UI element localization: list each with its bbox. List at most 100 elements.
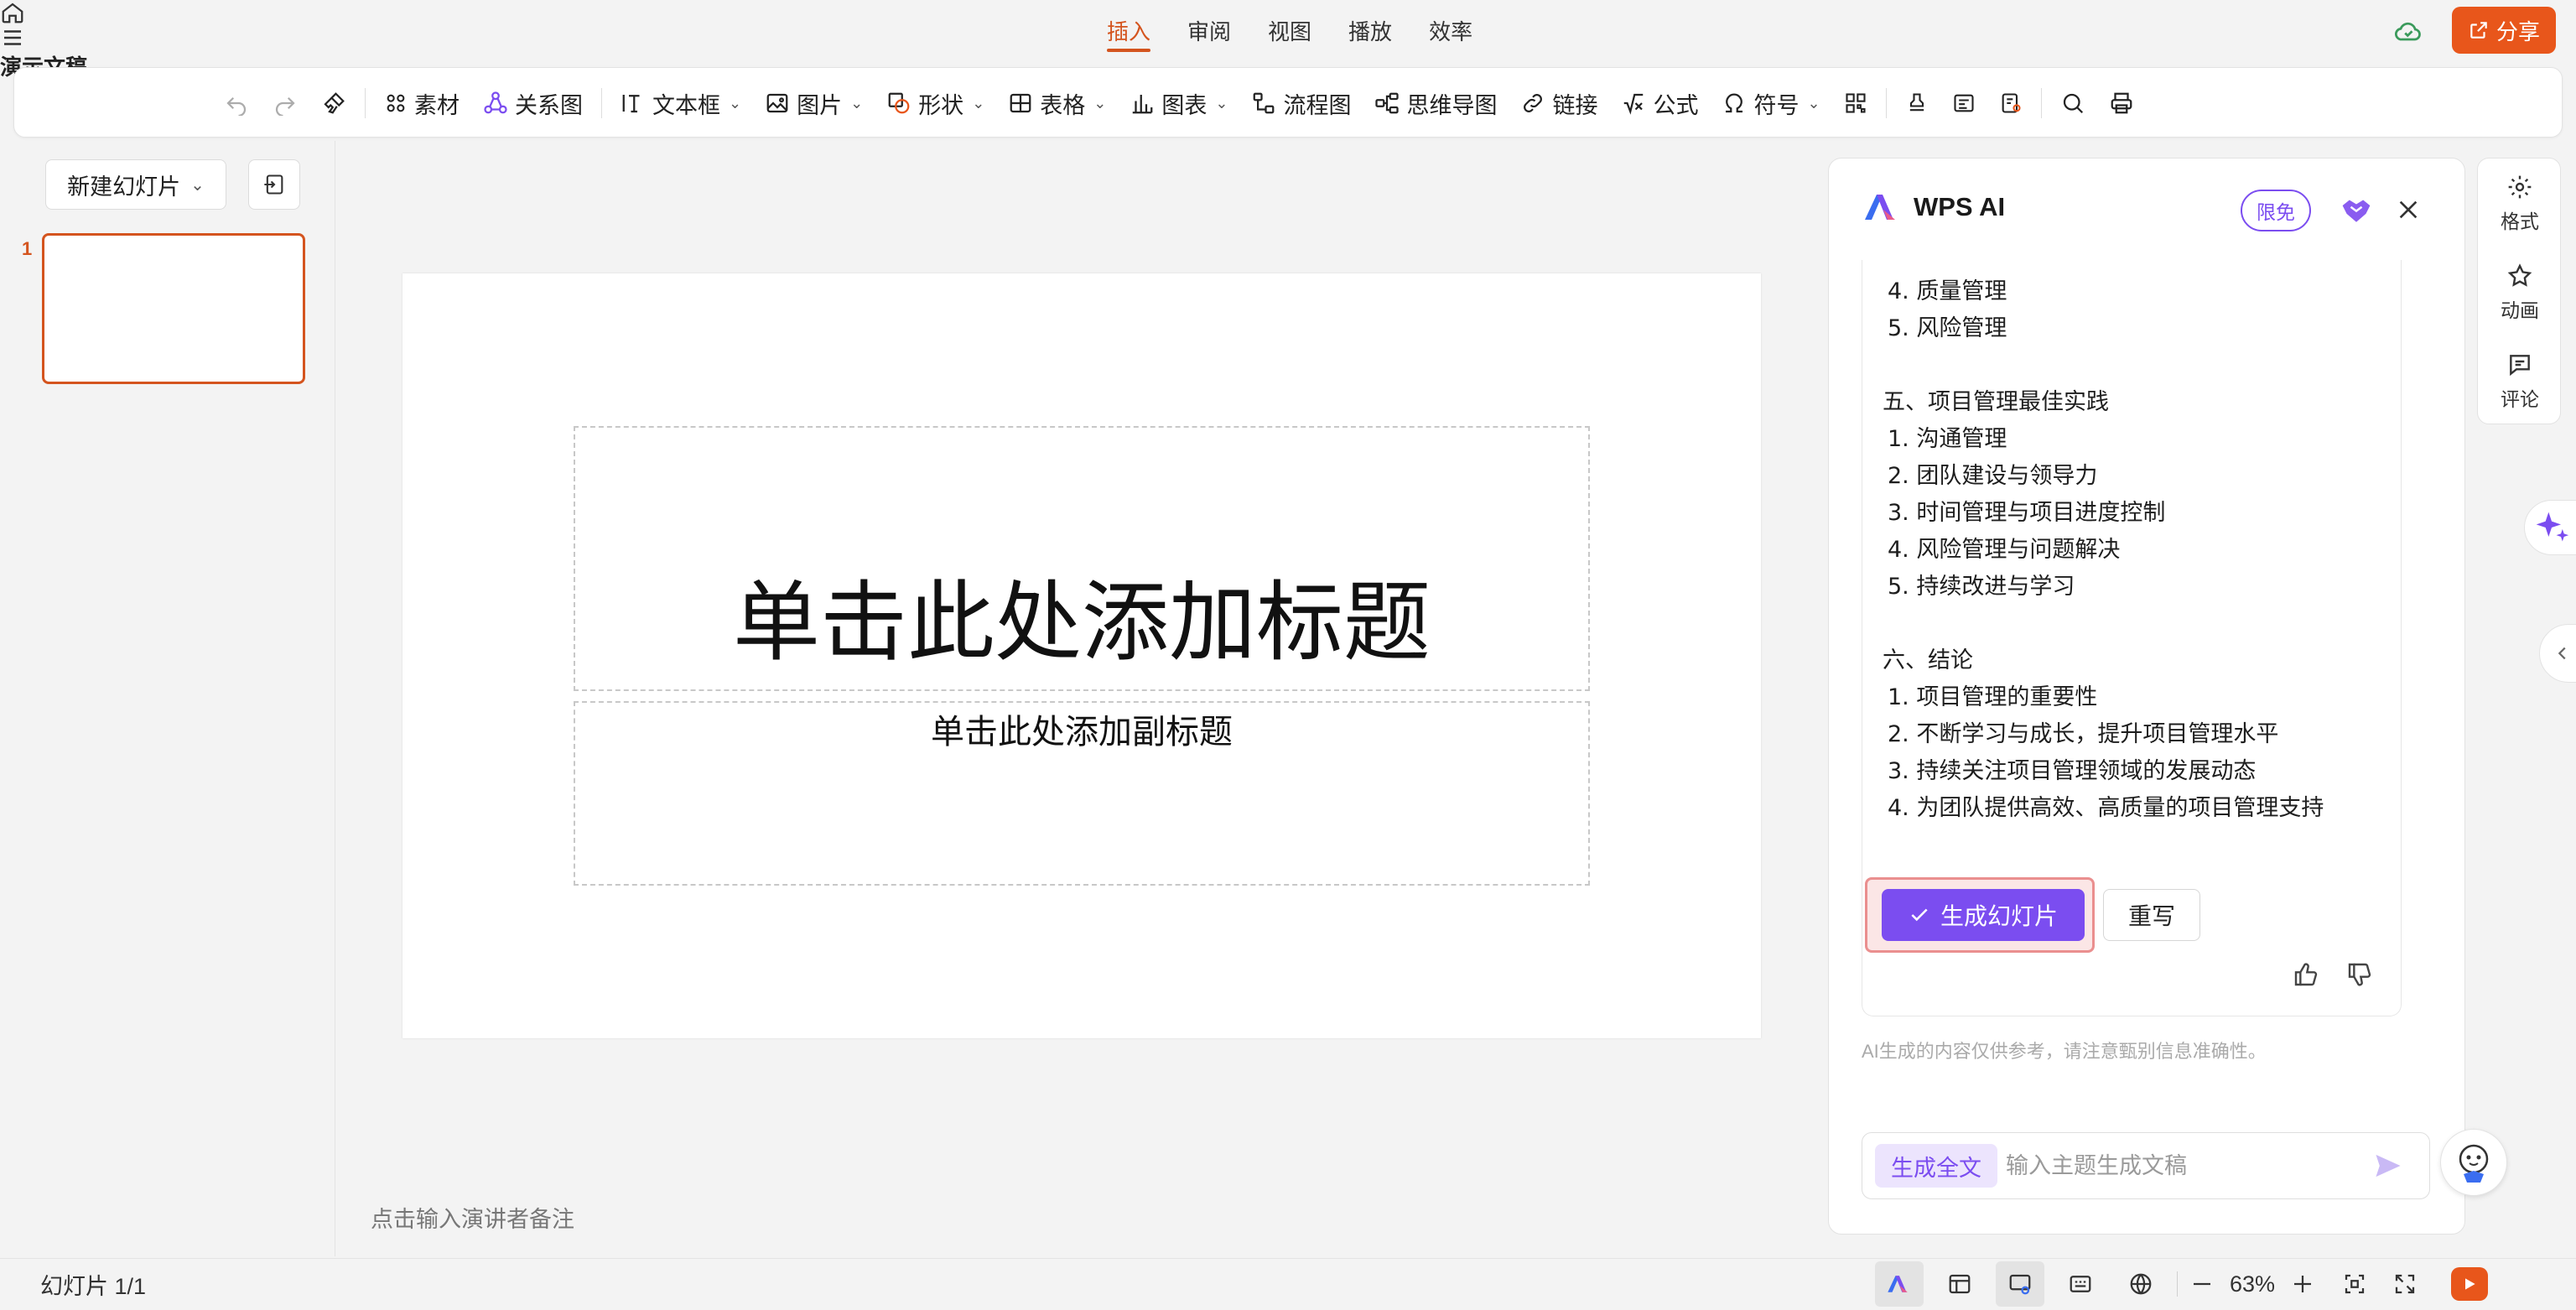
ai-assistant-avatar[interactable] (2440, 1129, 2507, 1196)
gear-icon (2506, 174, 2533, 200)
table-button[interactable]: 表格 ⌄ (996, 68, 1118, 138)
zoom-out-icon[interactable] (2189, 1271, 2215, 1297)
outline-item: 3. 持续关注项目管理领域的发展动态 (1888, 758, 2257, 784)
outline-item: 3. 时间管理与项目进度控制 (1888, 500, 2166, 526)
play-slideshow-button[interactable] (2451, 1267, 2489, 1301)
generate-slides-label: 生成幻灯片 (1940, 903, 2058, 929)
fullscreen-icon[interactable] (2392, 1271, 2418, 1297)
textbox-button[interactable]: 文本框 ⌄ (609, 68, 753, 138)
ai-disclaimer: AI生成的内容仅供参考，请注意甄别信息准确性。 (1862, 1041, 2267, 1062)
link-icon (1520, 91, 1545, 116)
speaker-notes[interactable]: 点击输入演讲者备注 (371, 1201, 574, 1234)
new-slide-button[interactable]: 新建幻灯片 ⌄ (45, 159, 226, 210)
chart-icon (1130, 91, 1155, 116)
mindmap-button[interactable]: 思维导图 (1363, 68, 1509, 138)
ai-topic-input[interactable] (2006, 1147, 2358, 1184)
collapse-panel-button[interactable] (2539, 624, 2576, 683)
format-painter-icon (321, 91, 346, 116)
chevron-down-icon: ⌄ (729, 94, 742, 112)
rail-comment[interactable]: 评论 (2478, 351, 2562, 412)
wps-ai-status-button[interactable] (1875, 1261, 1924, 1307)
zoom-in-icon[interactable] (2290, 1271, 2315, 1297)
redo-icon (273, 91, 298, 116)
slide-thumbnail[interactable] (42, 233, 305, 384)
generate-slides-button[interactable]: 生成幻灯片 (1882, 889, 2085, 941)
flowchart-label: 流程图 (1283, 92, 1352, 118)
cloud-check-icon[interactable] (2393, 17, 2423, 47)
link-button[interactable]: 链接 (1509, 68, 1609, 138)
tab-play[interactable]: 播放 (1348, 10, 1392, 54)
ai-sparkle-button[interactable] (2524, 500, 2576, 555)
chevron-down-icon: ⌄ (1093, 94, 1107, 112)
language-button[interactable] (2116, 1261, 2165, 1307)
rail-animation[interactable]: 动画 (2478, 263, 2562, 323)
handshake-icon[interactable] (2340, 195, 2373, 225)
notes-view-button[interactable] (2056, 1261, 2105, 1307)
globe-icon (2128, 1271, 2153, 1297)
material-button[interactable]: 素材 (372, 68, 471, 138)
outline-section-heading: 五、项目管理最佳实践 (1883, 389, 2109, 415)
title-placeholder[interactable]: 单击此处添加标题 (574, 426, 1590, 691)
relation-chart-button[interactable]: 关系图 (471, 68, 595, 138)
tab-view[interactable]: 视图 (1268, 10, 1311, 54)
formula-button[interactable]: 公式 (1609, 68, 1710, 138)
thumb-up-icon[interactable] (2293, 961, 2319, 988)
fit-window-icon[interactable] (2342, 1271, 2367, 1297)
toolbar-separator (365, 88, 366, 118)
mindmap-icon (1374, 91, 1400, 116)
picture-label: 图片 (797, 92, 843, 118)
stamp-button[interactable] (1893, 68, 1940, 138)
form-button[interactable] (1987, 68, 2034, 138)
rewrite-button[interactable]: 重写 (2103, 889, 2200, 941)
chart-button[interactable]: 图表 ⌄ (1118, 68, 1239, 138)
outline-item: 2. 不断学习与成长，提升项目管理水平 (1888, 721, 2279, 747)
send-icon[interactable] (2373, 1152, 2403, 1179)
header-footer-button[interactable] (1940, 68, 1987, 138)
outline-item: 1. 项目管理的重要性 (1888, 684, 2098, 710)
normal-view-icon (1947, 1271, 1972, 1297)
thumb-down-icon[interactable] (2346, 961, 2373, 988)
shape-button[interactable]: 形状 ⌄ (875, 68, 996, 138)
flowchart-button[interactable]: 流程图 (1239, 68, 1363, 138)
toolbar-separator (2040, 88, 2042, 118)
subtitle-placeholder[interactable]: 单击此处添加副标题 (574, 701, 1590, 886)
form-icon (1999, 91, 2023, 115)
outline-item: 4. 为团队提供高效、高质量的项目管理支持 (1888, 795, 2324, 821)
play-icon (2461, 1276, 2478, 1292)
rail-format[interactable]: 格式 (2478, 174, 2562, 234)
slide-view-button[interactable] (1996, 1261, 2044, 1307)
symbol-label: 符号 (1753, 92, 1800, 118)
free-badge[interactable]: 限免 (2241, 190, 2311, 231)
search-button[interactable] (2049, 68, 2097, 138)
picture-button[interactable]: 图片 ⌄ (753, 68, 875, 138)
formula-label: 公式 (1653, 92, 1699, 118)
generate-full-text-tag[interactable]: 生成全文 (1875, 1144, 1997, 1188)
tab-efficiency[interactable]: 效率 (1429, 10, 1472, 54)
share-button[interactable]: 分享 (2452, 7, 2556, 54)
format-painter-button[interactable] (309, 68, 358, 138)
chevron-left-icon (2553, 644, 2572, 663)
rail-comment-label: 评论 (2501, 388, 2539, 410)
qr-code-button[interactable] (1832, 68, 1879, 138)
new-slide-label: 新建幻灯片 (67, 174, 181, 200)
close-icon[interactable] (2395, 196, 2422, 223)
material-icon (384, 91, 408, 115)
redo-button[interactable] (261, 68, 309, 138)
formula-icon (1621, 91, 1646, 116)
symbol-button[interactable]: 符号 ⌄ (1710, 68, 1831, 138)
slide-counter: 幻灯片 1/1 (40, 1274, 147, 1299)
picture-icon (765, 91, 790, 116)
tab-insert[interactable]: 插入 (1107, 10, 1151, 54)
zoom-level[interactable]: 63% (2230, 1271, 2275, 1297)
print-button[interactable] (2097, 68, 2146, 138)
normal-view-button[interactable] (1935, 1261, 1984, 1307)
subtitle-placeholder-text: 单击此处添加副标题 (931, 713, 1233, 751)
status-separator (2177, 1271, 2178, 1297)
sparkle-icon (2533, 509, 2570, 546)
notes-view-icon (2068, 1271, 2093, 1297)
undo-button[interactable] (212, 68, 261, 138)
relation-chart-icon (483, 91, 508, 116)
undo-icon (224, 91, 249, 116)
import-slide-button[interactable] (248, 159, 300, 210)
tab-review[interactable]: 审阅 (1187, 10, 1231, 54)
